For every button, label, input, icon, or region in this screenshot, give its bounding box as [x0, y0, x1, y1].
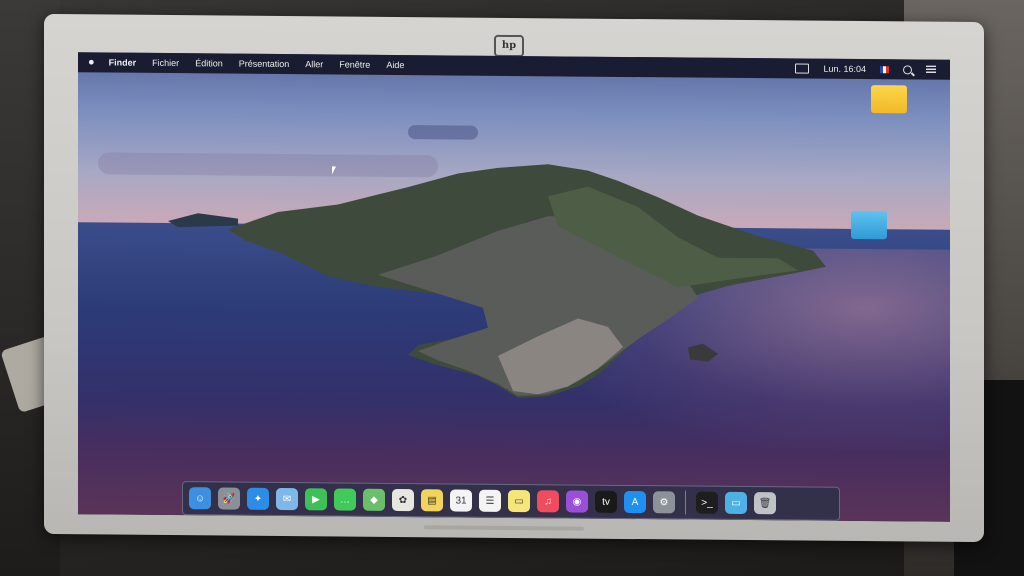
notes-icon[interactable]: ▤ [421, 489, 443, 512]
input-source-flag-icon[interactable] [880, 65, 889, 73]
system-preferences-icon[interactable]: ⚙ [653, 491, 675, 514]
menu-edition[interactable]: Édition [187, 58, 231, 68]
launchpad-icon[interactable]: 🚀 [218, 487, 240, 510]
finder-icon[interactable]: ☺ [189, 487, 211, 510]
calendar-icon[interactable]: 31 [450, 489, 472, 512]
hp-logo: hp [494, 34, 524, 58]
mouse-cursor-icon [332, 166, 339, 175]
desktop-item-yellow-folder[interactable] [854, 85, 924, 114]
menu-presentation[interactable]: Présentation [231, 59, 298, 70]
menu-fenetre[interactable]: Fenêtre [331, 59, 378, 69]
blue-folder-icon [851, 210, 887, 240]
menu-fichier[interactable]: Fichier [144, 58, 187, 68]
stickies-icon[interactable]: ▭ [508, 489, 530, 513]
downloads-folder-icon[interactable]: ▭ [725, 491, 747, 515]
apple-logo-icon[interactable]: ● [88, 56, 101, 68]
notification-center-icon[interactable] [926, 65, 936, 74]
app-store-icon[interactable]: A [624, 490, 646, 514]
trash-icon[interactable]: 🗑 [754, 492, 776, 515]
wallpaper-island [168, 164, 826, 399]
reminders-icon[interactable]: ☰ [479, 489, 501, 512]
dock-separator [685, 490, 686, 515]
mail-icon[interactable]: ✉ [276, 487, 298, 511]
yellow-folder-icon [871, 85, 907, 114]
menu-clock[interactable]: Lun. 16:04 [823, 64, 866, 74]
safari-icon[interactable]: ✦ [247, 487, 269, 510]
screen-mirroring-icon[interactable] [795, 63, 810, 74]
menu-finder[interactable]: Finder [101, 57, 145, 67]
photos-icon[interactable]: ✿ [392, 488, 414, 512]
menu-aide[interactable]: Aide [378, 60, 412, 70]
apple-tv-icon[interactable]: tv [595, 490, 617, 513]
terminal-icon[interactable]: >_ [696, 491, 718, 514]
screen: ● Finder Fichier Édition Présentation Al… [78, 52, 950, 522]
maps-icon[interactable]: ◆ [363, 488, 385, 511]
monitor-bottom-strip [424, 525, 584, 531]
desktop-item-blue-folder[interactable] [834, 210, 904, 240]
monitor-bezel: hp ● Finder Fichier Édition Présentation… [44, 13, 984, 543]
music-icon[interactable]: ♫ [537, 490, 559, 513]
dock: ☺ 🚀 ✦ ✉ ▶ … ◆ ✿ ▤ 31 ☰ ▭ ♫ ◉ tv A ⚙ >_ ▭ 🗑 [182, 481, 840, 521]
messages-icon[interactable]: … [334, 488, 356, 511]
podcasts-icon[interactable]: ◉ [566, 490, 588, 513]
spotlight-search-icon[interactable] [903, 64, 912, 74]
facetime-icon[interactable]: ▶ [305, 488, 327, 511]
menu-aller[interactable]: Aller [297, 59, 331, 69]
